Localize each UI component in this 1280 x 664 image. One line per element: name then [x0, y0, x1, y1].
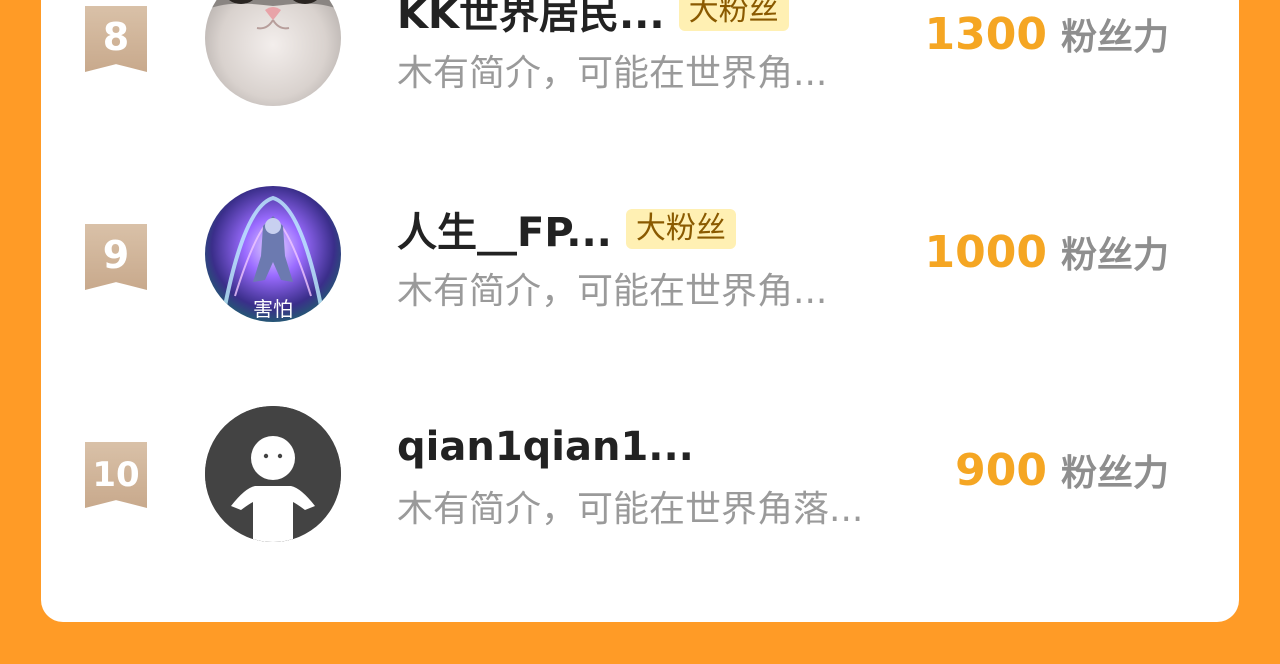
- rank-ribbon: 9: [85, 224, 147, 290]
- fan-name[interactable]: qian1qian1...: [397, 424, 694, 470]
- fan-score: 1300 粉丝力: [925, 8, 1169, 60]
- fan-level-badge: 大粉丝: [678, 0, 789, 31]
- fan-score: 1000 粉丝力: [925, 226, 1169, 278]
- game-character-avatar-icon: 害怕: [205, 186, 341, 322]
- fans-ranking-card: 8 KK世界居民... 大粉丝 木有简介，可能在世界角... 1300 粉丝力 …: [41, 0, 1239, 622]
- fan-score: 900 粉丝力: [955, 444, 1169, 496]
- rank-number: 9: [102, 233, 130, 277]
- name-line: qian1qian1...: [397, 422, 694, 472]
- fan-name[interactable]: KK世界居民...: [397, 0, 665, 40]
- avatar[interactable]: [205, 0, 341, 106]
- fan-name[interactable]: 人生__FP...: [397, 200, 612, 258]
- rank-number: 10: [92, 455, 140, 495]
- rank-number: 8: [102, 15, 130, 59]
- avatar[interactable]: 害怕: [205, 186, 341, 322]
- list-item[interactable]: 8 KK世界居民... 大粉丝 木有简介，可能在世界角... 1300 粉丝力: [41, 0, 1239, 158]
- score-unit: 粉丝力: [1060, 17, 1169, 58]
- avatar[interactable]: [205, 406, 341, 542]
- cat-avatar-icon: [205, 0, 341, 106]
- score-unit: 粉丝力: [1060, 235, 1169, 276]
- fan-bio: 木有简介，可能在世界角...: [397, 271, 828, 312]
- list-item[interactable]: 10 qian1qian1... 木有简介，可能在世界角落... 900 粉丝力: [41, 394, 1239, 594]
- fan-level-badge: 大粉丝: [625, 209, 736, 249]
- list-item[interactable]: 9 害怕 人生__FP... 大粉丝 木有简介，可能在世界角... 1000 粉…: [41, 176, 1239, 376]
- rank-ribbon: 8: [85, 6, 147, 72]
- score-value: 900: [955, 445, 1047, 496]
- rank-ribbon: 10: [85, 442, 147, 508]
- name-line: 人生__FP... 大粉丝: [397, 204, 736, 256]
- default-user-avatar-icon: [205, 406, 341, 542]
- fan-bio: 木有简介，可能在世界角落...: [397, 489, 864, 530]
- score-value: 1000: [924, 227, 1047, 278]
- score-value: 1300: [924, 9, 1047, 60]
- score-unit: 粉丝力: [1060, 453, 1169, 494]
- name-line: KK世界居民... 大粉丝: [397, 0, 789, 38]
- fan-bio: 木有简介，可能在世界角...: [397, 53, 828, 94]
- avatar-caption: 害怕: [253, 297, 293, 321]
